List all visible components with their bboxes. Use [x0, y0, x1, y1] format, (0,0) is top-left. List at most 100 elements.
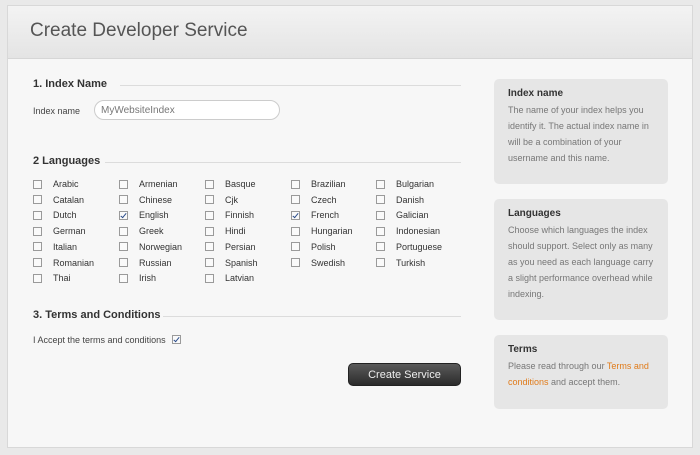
- language-checkbox[interactable]: [119, 242, 128, 252]
- language-label: Romanian: [53, 257, 95, 268]
- language-option[interactable]: German: [33, 225, 86, 237]
- language-checkbox[interactable]: [291, 242, 300, 252]
- language-checkbox[interactable]: [119, 273, 128, 283]
- language-option[interactable]: Dutch: [33, 209, 77, 221]
- language-checkbox[interactable]: [291, 210, 300, 220]
- language-checkbox[interactable]: [376, 242, 385, 252]
- language-checkbox[interactable]: [376, 179, 385, 189]
- language-label: Portuguese: [396, 241, 443, 252]
- language-checkbox[interactable]: [33, 258, 42, 267]
- language-label: Spanish: [225, 257, 258, 268]
- language-option[interactable]: Hindi: [205, 225, 246, 237]
- language-option[interactable]: Persian: [205, 241, 256, 253]
- info-text: Choose which languages the index should …: [508, 225, 654, 299]
- page-header: Create Developer Service: [8, 6, 692, 59]
- language-option[interactable]: Turkish: [376, 257, 425, 269]
- language-label: Indonesian: [396, 226, 441, 237]
- language-label: Latvian: [225, 273, 255, 284]
- language-checkbox[interactable]: [33, 179, 42, 189]
- language-option[interactable]: Brazilian: [291, 178, 346, 190]
- language-option[interactable]: English: [119, 209, 169, 221]
- languages-info-box: Languages Choose which languages the ind…: [494, 199, 668, 320]
- language-checkbox[interactable]: [205, 179, 214, 189]
- language-option[interactable]: Russian: [119, 257, 172, 269]
- language-label: Chinese: [139, 194, 173, 205]
- language-option[interactable]: Italian: [33, 241, 77, 253]
- language-option[interactable]: Arabic: [33, 178, 79, 190]
- language-checkbox[interactable]: [205, 258, 214, 267]
- accept-terms-checkbox[interactable]: [172, 335, 181, 344]
- language-option[interactable]: Hungarian: [291, 225, 353, 237]
- language-option[interactable]: Catalan: [33, 194, 84, 206]
- language-label: English: [139, 210, 169, 221]
- language-checkbox[interactable]: [119, 179, 128, 189]
- language-checkbox[interactable]: [376, 226, 385, 236]
- language-label: German: [53, 226, 86, 237]
- language-checkbox[interactable]: [119, 210, 128, 220]
- language-label: Norwegian: [139, 241, 183, 252]
- language-checkbox[interactable]: [205, 195, 214, 205]
- language-checkbox[interactable]: [376, 195, 385, 205]
- language-label: Italian: [53, 241, 78, 252]
- language-option[interactable]: Latvian: [205, 272, 254, 284]
- language-option[interactable]: Czech: [291, 194, 337, 206]
- create-service-panel: Create Developer Service 1. Index Name I…: [7, 5, 693, 448]
- language-option[interactable]: Greek: [119, 225, 164, 237]
- language-label: Irish: [139, 273, 157, 284]
- language-option[interactable]: Portuguese: [376, 241, 442, 253]
- language-option[interactable]: Bulgarian: [376, 178, 434, 190]
- language-option[interactable]: Cjk: [205, 194, 238, 206]
- language-option[interactable]: Polish: [291, 241, 336, 253]
- language-checkbox[interactable]: [33, 242, 42, 252]
- language-checkbox[interactable]: [291, 258, 300, 267]
- language-option[interactable]: Swedish: [291, 257, 345, 269]
- language-label: French: [311, 210, 340, 221]
- language-checkbox[interactable]: [205, 210, 214, 220]
- language-label: Galician: [396, 210, 429, 221]
- language-option[interactable]: Spanish: [205, 257, 258, 269]
- language-option[interactable]: French: [291, 209, 339, 221]
- language-checkbox[interactable]: [119, 226, 128, 236]
- language-checkbox[interactable]: [376, 210, 385, 220]
- language-option[interactable]: Romanian: [33, 257, 94, 269]
- language-checkbox[interactable]: [291, 179, 300, 189]
- language-label: Dutch: [53, 210, 77, 221]
- language-label: Armenian: [139, 179, 178, 189]
- language-option[interactable]: Indonesian: [376, 225, 440, 237]
- info-text-after: and accept them.: [548, 377, 621, 387]
- language-option[interactable]: Irish: [119, 272, 156, 284]
- language-checkbox[interactable]: [291, 195, 300, 205]
- language-checkbox[interactable]: [33, 273, 42, 283]
- language-checkbox[interactable]: [205, 242, 214, 252]
- language-label: Czech: [311, 194, 337, 205]
- index-name-input[interactable]: [94, 100, 280, 120]
- language-option[interactable]: Chinese: [119, 194, 172, 206]
- info-text: Please read through our Terms and condit…: [508, 358, 654, 390]
- language-label: Hungarian: [311, 226, 353, 237]
- language-checkbox[interactable]: [376, 258, 385, 267]
- language-option[interactable]: Galician: [376, 209, 429, 221]
- language-checkbox[interactable]: [33, 195, 42, 205]
- language-checkbox[interactable]: [119, 258, 128, 267]
- language-label: Persian: [225, 241, 256, 252]
- language-checkbox[interactable]: [119, 195, 128, 205]
- index-name-info-box: Index name The name of your index helps …: [494, 79, 668, 184]
- language-label: Catalan: [53, 194, 85, 205]
- language-checkbox[interactable]: [33, 210, 42, 220]
- info-text-before: Please read through our: [508, 361, 607, 371]
- language-option[interactable]: Basque: [205, 178, 256, 190]
- language-option[interactable]: Armenian: [119, 178, 178, 190]
- language-checkbox[interactable]: [205, 226, 214, 236]
- language-label: Turkish: [396, 257, 426, 268]
- language-option[interactable]: Thai: [33, 272, 71, 284]
- language-label: Russian: [139, 257, 172, 268]
- language-checkbox[interactable]: [33, 226, 42, 236]
- language-option[interactable]: Danish: [376, 194, 424, 206]
- create-service-button[interactable]: Create Service: [348, 363, 461, 386]
- language-option[interactable]: Norwegian: [119, 241, 182, 253]
- language-label: Greek: [139, 226, 164, 237]
- language-checkbox[interactable]: [291, 226, 300, 236]
- info-title: Languages: [508, 208, 561, 219]
- language-option[interactable]: Finnish: [205, 209, 254, 221]
- language-checkbox[interactable]: [205, 273, 214, 283]
